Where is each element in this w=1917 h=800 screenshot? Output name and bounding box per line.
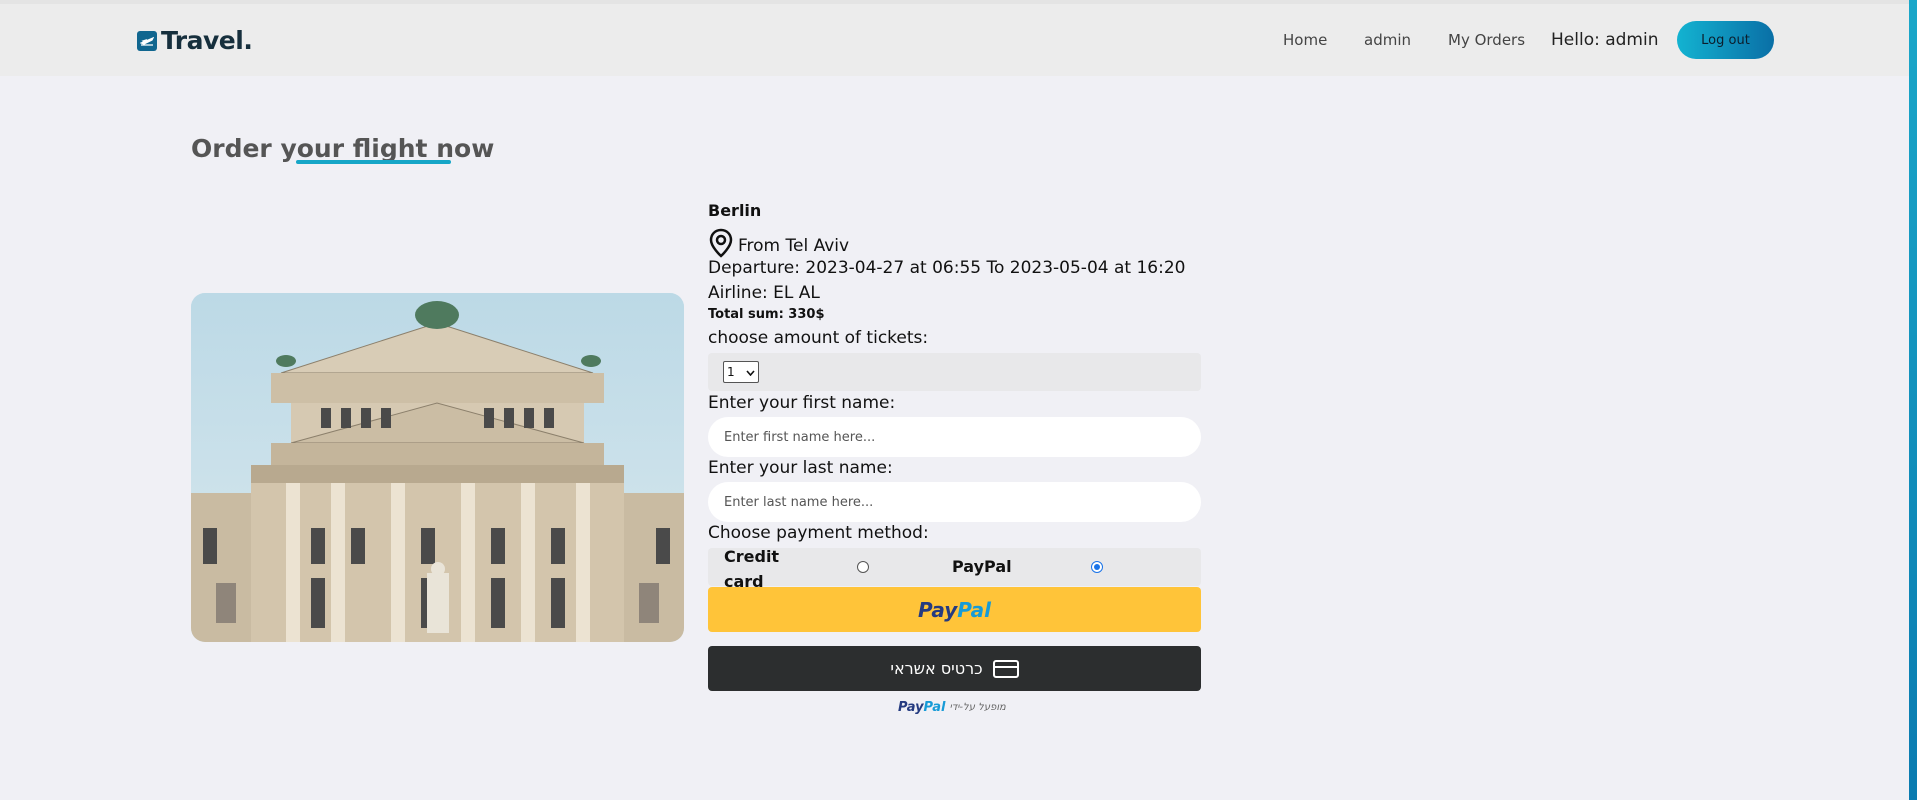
destination-photo bbox=[191, 293, 684, 642]
greeting-wrap: Hello: admin bbox=[1551, 4, 1659, 76]
nav-my-orders[interactable]: My Orders bbox=[1448, 31, 1525, 49]
nav-links-2: admin bbox=[1364, 4, 1411, 76]
paypal-logo: PayPal bbox=[917, 597, 992, 622]
ticket-amount-container: 1 bbox=[708, 353, 1201, 391]
first-name-input[interactable]: Enter first name here... bbox=[708, 417, 1201, 457]
paypal-small-logo: PayPal bbox=[898, 700, 946, 715]
first-name-label: Enter your first name: bbox=[708, 393, 896, 413]
page-title: Order your flight now bbox=[191, 134, 495, 163]
last-name-label: Enter your last name: bbox=[708, 458, 893, 478]
payment-method-options: Credit card PayPal bbox=[708, 547, 1201, 591]
departure-info: Departure: 2023-04-27 at 06:55 To 2023-0… bbox=[708, 258, 1186, 278]
paypal-button[interactable]: PayPal bbox=[708, 587, 1201, 632]
plane-icon bbox=[137, 30, 157, 51]
credit-card-button[interactable]: כרטיס אשראי bbox=[708, 646, 1201, 691]
paypal-radio[interactable] bbox=[1091, 561, 1103, 573]
nav-links-3: My Orders bbox=[1448, 4, 1525, 76]
powered-by-paypal: PayPal מופעל על-ידי bbox=[898, 700, 1006, 715]
origin-text: From Tel Aviv bbox=[738, 235, 850, 256]
last-name-input[interactable]: Enter last name here... bbox=[708, 482, 1201, 522]
powered-by-text: מופעל על-ידי bbox=[949, 702, 1006, 713]
destination-city: Berlin bbox=[708, 201, 762, 220]
logo-text: Travel. bbox=[161, 26, 253, 55]
nav-admin[interactable]: admin bbox=[1364, 31, 1411, 49]
credit-card-icon bbox=[992, 659, 1019, 678]
payment-method-label: Choose payment method: bbox=[708, 523, 929, 543]
logo[interactable]: Travel. bbox=[137, 26, 253, 55]
nav-home[interactable]: Home bbox=[1283, 31, 1327, 49]
ticket-amount-select[interactable]: 1 bbox=[723, 361, 759, 383]
nav-links: Home bbox=[1283, 4, 1327, 76]
user-greeting: Hello: admin bbox=[1551, 30, 1659, 50]
total-sum: Total sum: 330$ bbox=[708, 307, 825, 322]
chevron-down-icon bbox=[746, 365, 755, 379]
ticket-amount-label: choose amount of tickets: bbox=[708, 328, 929, 348]
scrollbar[interactable] bbox=[1909, 0, 1917, 800]
airline-info: Airline: EL AL bbox=[708, 283, 820, 303]
logout-button[interactable]: Log out bbox=[1677, 21, 1774, 59]
ticket-amount-value: 1 bbox=[727, 365, 735, 379]
paypal-option-label: PayPal bbox=[952, 557, 1012, 576]
title-underline bbox=[296, 160, 451, 164]
credit-card-button-label: כרטיס אשראי bbox=[890, 659, 983, 678]
credit-card-radio[interactable] bbox=[857, 561, 869, 573]
top-navbar: Travel. Home admin My Orders Hello: admi… bbox=[0, 4, 1909, 76]
